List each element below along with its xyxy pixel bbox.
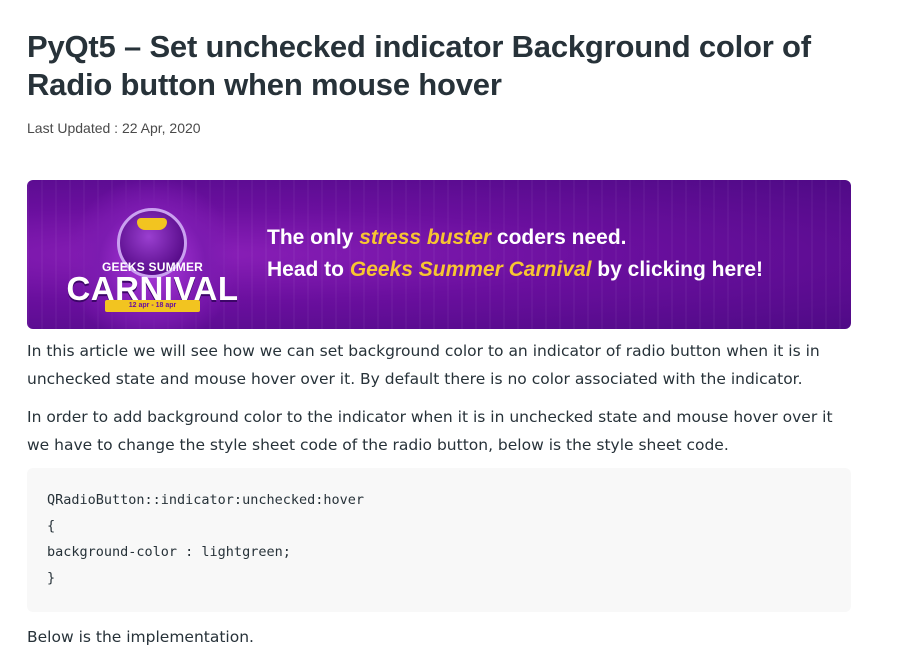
code-line: {: [47, 518, 56, 534]
banner-line-1-a: The only: [267, 226, 360, 249]
code-line: QRadioButton::indicator:unchecked:hover: [47, 492, 364, 508]
banner-line-1: The only stress buster coders need.: [267, 226, 626, 250]
code-block: QRadioButton::indicator:unchecked:hover …: [27, 468, 851, 612]
code-line: }: [47, 570, 56, 586]
detail-paragraph: In order to add background color to the …: [27, 408, 833, 454]
logo-dates-ribbon: 12 apr - 18 apr: [105, 300, 200, 312]
outro-paragraph: Below is the implementation.: [27, 628, 254, 646]
code-line: background-color : lightgreen;: [47, 544, 291, 560]
last-updated: Last Updated : 22 Apr, 2020: [27, 120, 201, 136]
banner-line-2-highlight: Geeks Summer Carnival: [349, 258, 592, 281]
page-title: PyQt5 – Set unchecked indicator Backgrou…: [27, 29, 811, 102]
banner-line-2: Head to Geeks Summer Carnival by clickin…: [267, 258, 763, 282]
carnival-logo: GEEKS SUMMER CARNIVAL 12 apr - 18 apr: [65, 202, 240, 312]
intro-paragraph: In this article we will see how we can s…: [27, 342, 820, 388]
banner-line-2-b: by clicking here!: [591, 258, 764, 281]
banner-line-1-highlight: stress buster: [359, 226, 492, 249]
banner-line-1-b: coders need.: [491, 226, 627, 249]
banner-line-2-a: Head to: [267, 258, 350, 281]
carnival-mask-icon: [137, 218, 167, 230]
carnival-banner[interactable]: GEEKS SUMMER CARNIVAL 12 apr - 18 apr Th…: [27, 180, 851, 329]
